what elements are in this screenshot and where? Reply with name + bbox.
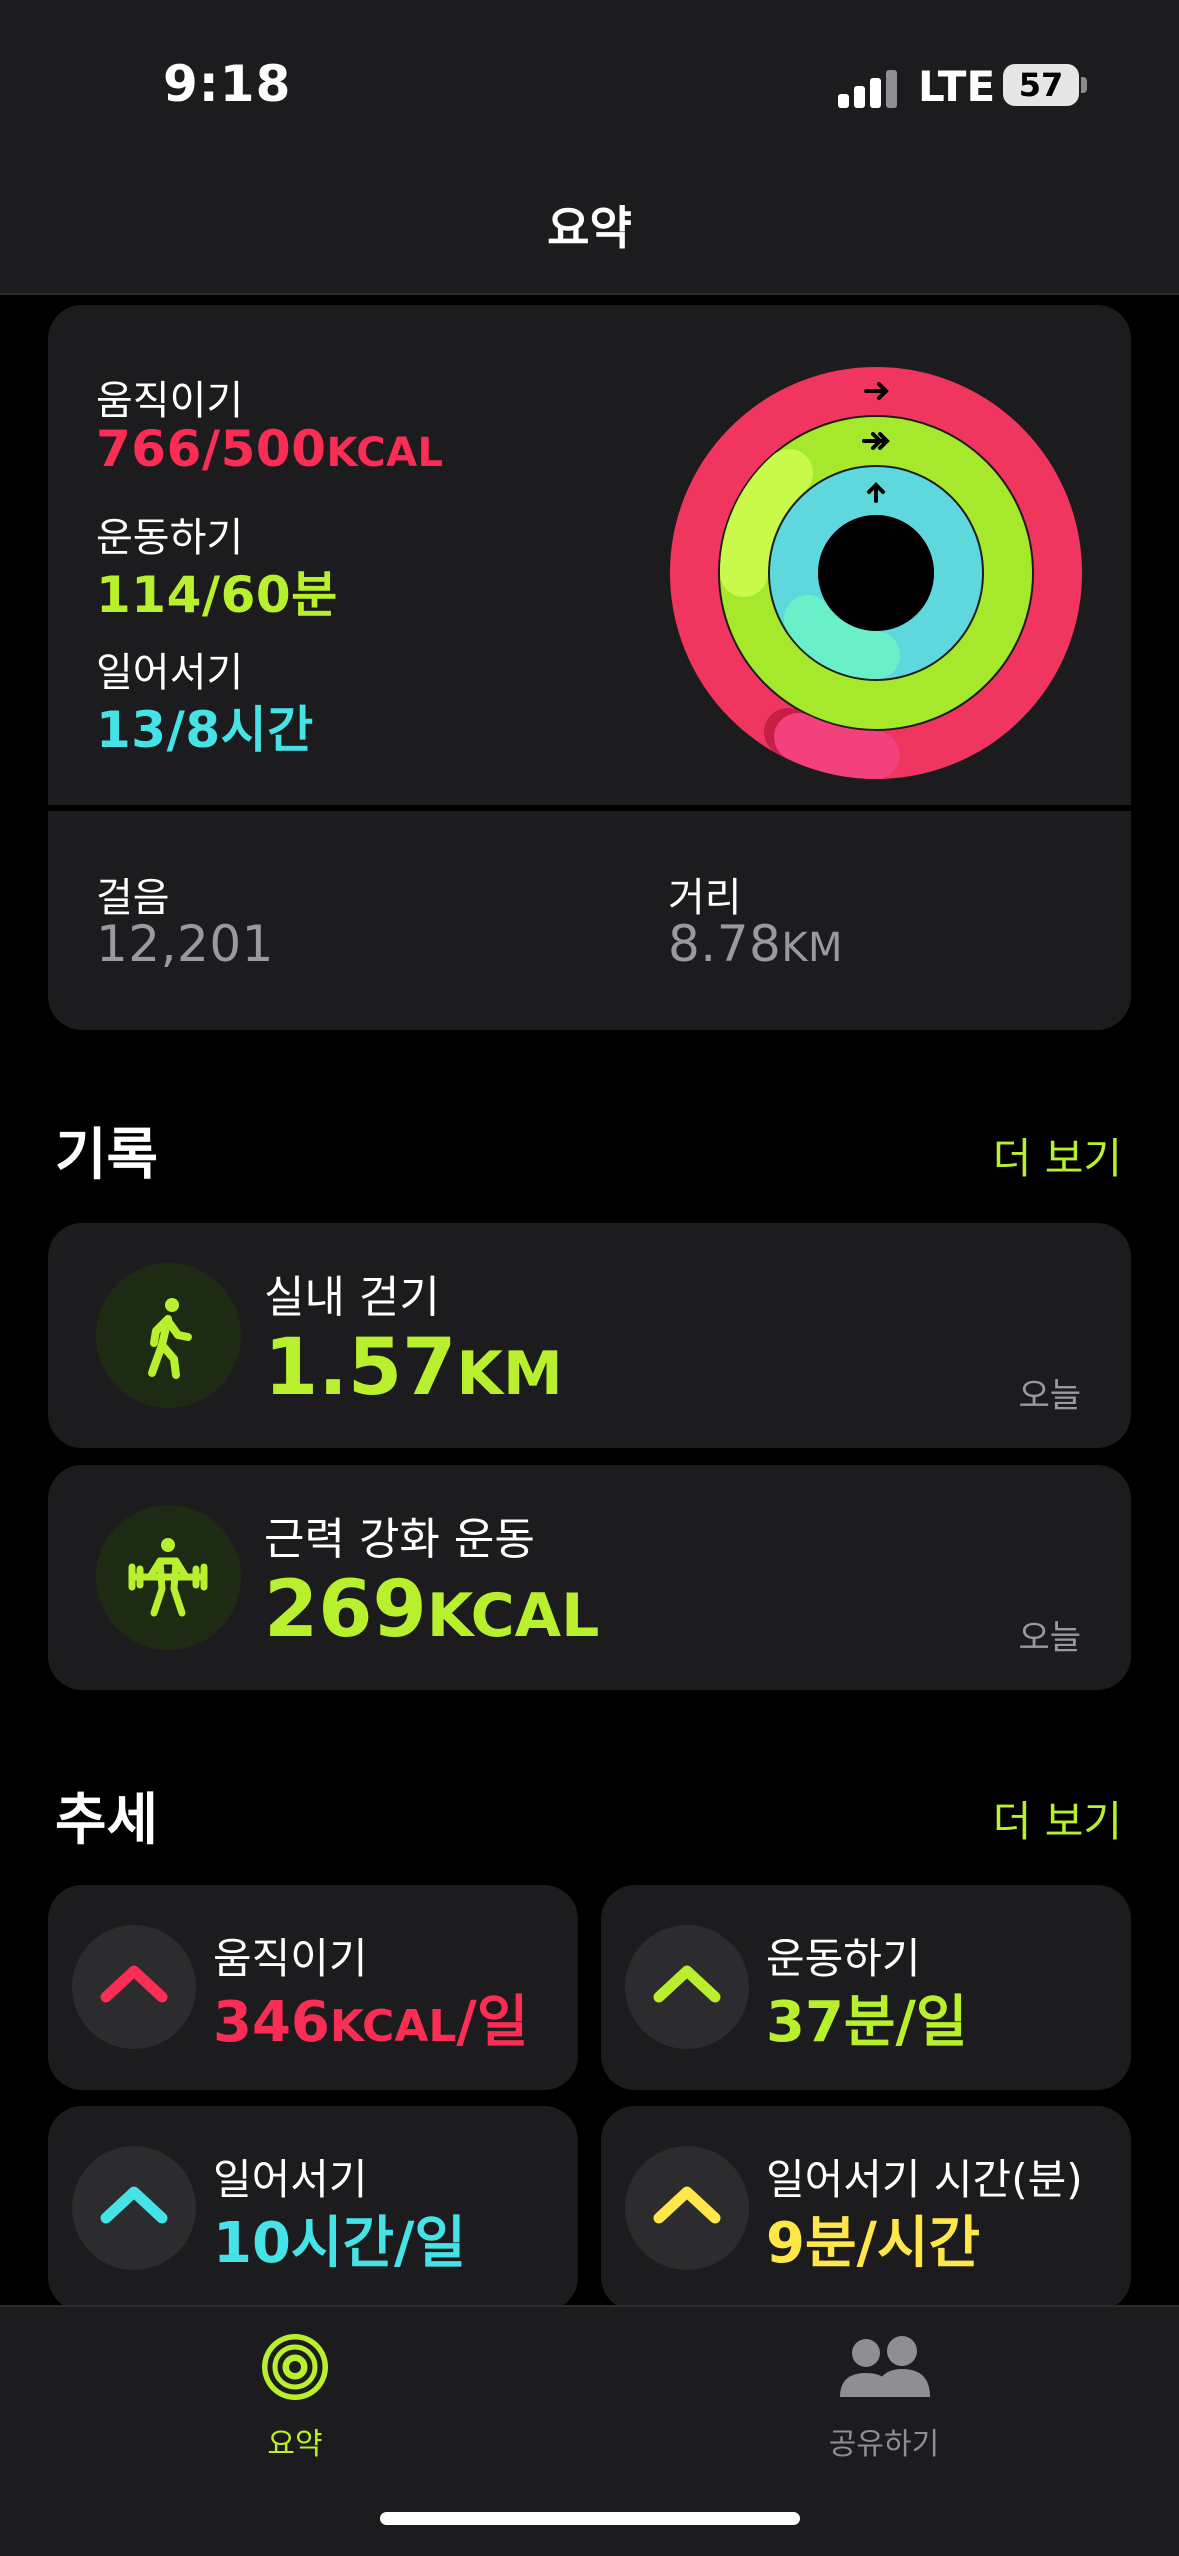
stand-value: 13/8시간 bbox=[96, 701, 314, 759]
trends-section-title: 추세 bbox=[55, 1788, 159, 1853]
trend-value: 10시간/일 bbox=[213, 2211, 466, 2276]
home-indicator bbox=[380, 2512, 800, 2525]
exercise-value: 114/60분 bbox=[96, 566, 338, 624]
trend-up-chevron-icon bbox=[72, 2146, 196, 2270]
battery-nub bbox=[1081, 77, 1087, 93]
status-time: 9:18 bbox=[163, 55, 292, 113]
battery-icon: 57 bbox=[1003, 64, 1079, 106]
tab-summary-label: 요약 bbox=[267, 2427, 323, 2462]
weightlifting-figure-icon bbox=[96, 1505, 241, 1650]
workout-value: 269KCAL bbox=[264, 1565, 600, 1655]
distance-value: 8.78KM bbox=[668, 915, 844, 973]
workout-item-strength-training[interactable]: 근력 강화 운동 269KCAL 오늘 bbox=[48, 1465, 1131, 1690]
trend-value: 346KCAL/일 bbox=[213, 1990, 529, 2055]
workout-date: 오늘 bbox=[1018, 1618, 1081, 1658]
activity-rings-icon bbox=[262, 2334, 328, 2400]
workout-date: 오늘 bbox=[1018, 1376, 1081, 1416]
page-title: 요약 bbox=[547, 201, 632, 255]
steps-value: 12,201 bbox=[96, 915, 274, 973]
workout-name: 근력 강화 운동 bbox=[264, 1514, 535, 1565]
trend-up-chevron-icon bbox=[625, 2146, 749, 2270]
trend-card-stand[interactable]: 일어서기 10시간/일 bbox=[48, 2106, 578, 2311]
status-bar: 9:18 LTE 57 bbox=[0, 0, 1179, 170]
workout-item-indoor-walk[interactable]: 실내 걷기 1.57KM 오늘 bbox=[48, 1223, 1131, 1448]
network-type: LTE bbox=[918, 62, 996, 111]
trend-up-chevron-icon bbox=[72, 1925, 196, 2049]
cellular-signal-icon bbox=[838, 68, 898, 108]
workout-name: 실내 걷기 bbox=[264, 1272, 440, 1323]
trend-card-exercise[interactable]: 운동하기 37분/일 bbox=[601, 1885, 1131, 2090]
move-value: 766/500KCAL bbox=[96, 420, 444, 478]
trend-value: 37분/일 bbox=[766, 1990, 968, 2055]
summary-divider bbox=[48, 805, 1131, 811]
history-section-title: 기록 bbox=[55, 1123, 159, 1188]
workout-value: 1.57KM bbox=[264, 1323, 563, 1413]
trend-card-move[interactable]: 움직이기 346KCAL/일 bbox=[48, 1885, 578, 2090]
trends-see-more-link[interactable]: 더 보기 bbox=[993, 1788, 1122, 1849]
trend-up-chevron-icon bbox=[625, 1925, 749, 2049]
trend-card-stand-minutes[interactable]: 일어서기 시간(분) 9분/시간 bbox=[601, 2106, 1131, 2311]
tab-sharing-label: 공유하기 bbox=[828, 2427, 940, 2462]
people-icon bbox=[840, 2336, 930, 2397]
activity-rings[interactable] bbox=[668, 365, 1084, 781]
move-label: 움직이기 bbox=[96, 378, 244, 424]
history-see-more-link[interactable]: 더 보기 bbox=[993, 1125, 1122, 1186]
walking-figure-icon bbox=[96, 1263, 241, 1408]
trend-value: 9분/시간 bbox=[766, 2211, 980, 2276]
